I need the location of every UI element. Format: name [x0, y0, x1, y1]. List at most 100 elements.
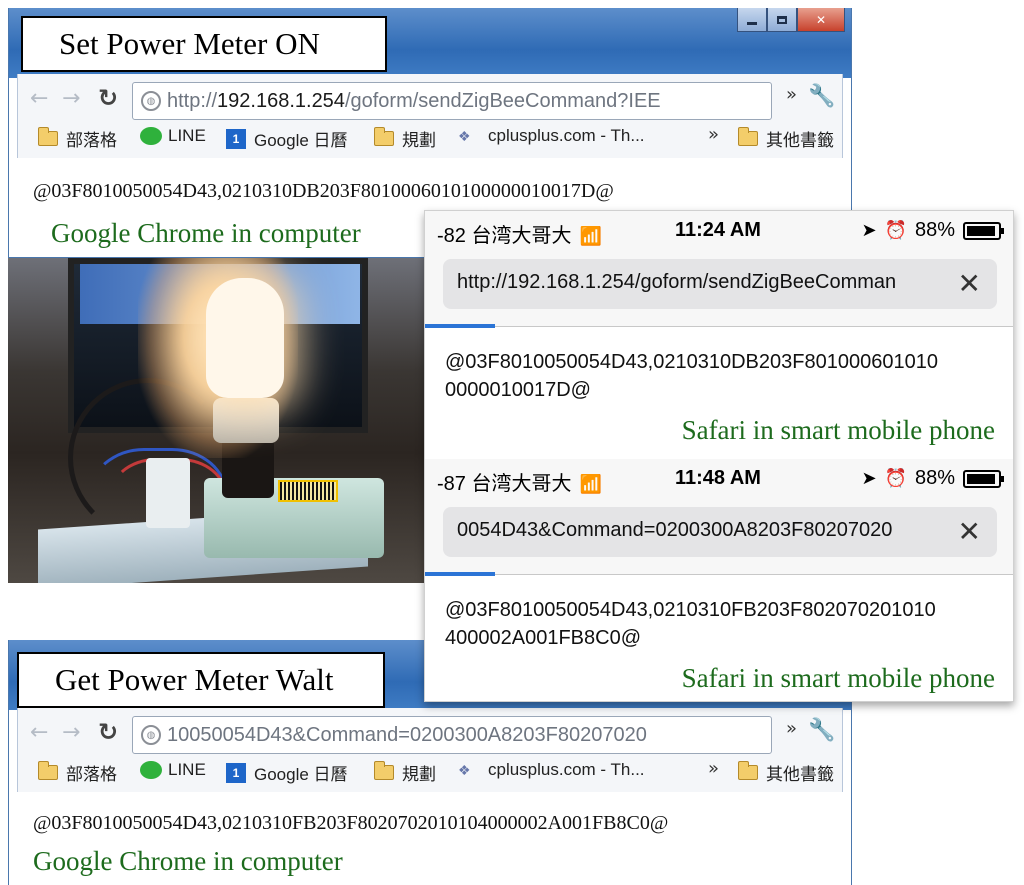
- reload-icon[interactable]: ↻: [98, 718, 118, 746]
- page-body: @03F8010050054D43,0210310FB203F802070201…: [17, 792, 843, 885]
- bookmark-label: Google 日曆: [254, 131, 348, 150]
- forward-arrow-icon[interactable]: →: [62, 720, 80, 745]
- bookmark-item[interactable]: LINE: [140, 126, 206, 146]
- chrome-caption: Google Chrome in computer: [51, 218, 361, 248]
- status-bar: -87 台湾大哥大 📶 11:48 AM ➤ ⏰ 88%: [425, 459, 1013, 499]
- bulb-base: [213, 398, 279, 443]
- back-arrow-icon[interactable]: ←: [30, 86, 48, 111]
- globe-icon: ◍: [141, 725, 161, 745]
- plug: [146, 458, 190, 528]
- clock: 11:24 AM: [675, 219, 761, 241]
- location-arrow-icon: ➤: [861, 468, 877, 488]
- bookmark-label: 其他書籤: [766, 131, 834, 150]
- cplusplus-icon: ❖: [458, 762, 471, 778]
- battery-icon: [963, 221, 1004, 240]
- bookmark-label: 規劃: [402, 131, 436, 150]
- bookmark-label: 規劃: [402, 765, 436, 784]
- bookmark-label: 部落格: [66, 131, 117, 150]
- bookmark-label: LINE: [168, 760, 206, 779]
- safari-address-field[interactable]: http://192.168.1.254/goform/sendZigBeeCo…: [443, 259, 997, 309]
- phone-screen-get: -87 台湾大哥大 📶 11:48 AM ➤ ⏰ 88% 0054D43&Comman…: [425, 459, 1013, 705]
- bookmark-label: LINE: [168, 126, 206, 145]
- chevron-double-right-icon[interactable]: »: [786, 718, 797, 739]
- minimize-button[interactable]: [737, 8, 767, 32]
- back-arrow-icon[interactable]: ←: [30, 720, 48, 745]
- line-icon: [140, 127, 162, 145]
- bookmark-label: 部落格: [66, 765, 117, 784]
- safari-caption: Safari in smart mobile phone: [681, 415, 995, 445]
- address-bar[interactable]: ◍ 10050054D43&Command=0200300A8203F80207…: [132, 716, 772, 754]
- mobile-safari-panel: -82 台湾大哥大 📶 11:24 AM ➤ ⏰ 88% http://192.168…: [424, 210, 1014, 702]
- battery-percent: 88%: [914, 219, 955, 241]
- status-right: ➤ ⏰ 88%: [861, 467, 1004, 490]
- phone-screen-set: -82 台湾大哥大 📶 11:24 AM ➤ ⏰ 88% http://192.168…: [425, 211, 1013, 457]
- globe-icon: ◍: [141, 91, 161, 111]
- response-text: @03F8010050054D43,0210310DB203F801000601…: [445, 348, 1005, 404]
- folder-icon: [738, 761, 758, 780]
- address-bar-url: http://192.168.1.254/goform/sendZigBeeCo…: [167, 90, 661, 113]
- bookmark-item[interactable]: LINE: [140, 760, 206, 780]
- folder-icon: [38, 127, 58, 146]
- chevron-double-right-icon[interactable]: »: [786, 84, 797, 105]
- safari-address-field[interactable]: 0054D43&Command=0200300A8203F80207020 ✕: [443, 507, 997, 557]
- bookmark-item[interactable]: 規劃: [374, 126, 436, 151]
- response-text: @03F8010050054D43,0210310DB203F801000601…: [33, 180, 614, 202]
- bookmark-item[interactable]: 規劃: [374, 760, 436, 785]
- bulb-power-meter-photo: [8, 258, 424, 583]
- bookmark-item[interactable]: ❖ cplusplus.com - Th...: [458, 760, 645, 780]
- chevron-double-right-icon[interactable]: »: [708, 758, 719, 779]
- nav-row: ← → ↻ ◍ 10050054D43&Command=0200300A8203…: [18, 714, 842, 754]
- reload-icon[interactable]: ↻: [98, 84, 118, 112]
- wrench-icon[interactable]: 🔧: [808, 84, 835, 109]
- browser-toolbar: ← → ↻ ◍ http://192.168.1.254/goform/send…: [17, 74, 843, 158]
- safari-url-text: 0054D43&Command=0200300A8203F80207020: [457, 519, 893, 541]
- line-icon: [140, 761, 162, 779]
- google-calendar-icon: 1: [226, 128, 246, 149]
- forward-arrow-icon[interactable]: →: [62, 86, 80, 111]
- bookmark-label: 其他書籤: [766, 765, 834, 784]
- response-line: 0000010017D@: [445, 379, 591, 401]
- folder-icon: [374, 761, 394, 780]
- response-text: @03F8010050054D43,0210310FB203F802070201…: [33, 812, 669, 834]
- set-power-label: Set Power Meter ON: [21, 16, 387, 72]
- alarm-icon: ⏰: [884, 220, 907, 240]
- maximize-icon: [777, 15, 787, 24]
- chevron-double-right-icon[interactable]: »: [708, 124, 719, 145]
- close-icon[interactable]: ✕: [958, 515, 981, 548]
- safari-url-text: http://192.168.1.254/goform/sendZigBeeCo…: [457, 271, 897, 293]
- close-button[interactable]: ✕: [797, 8, 845, 32]
- bookmark-item[interactable]: 部落格: [38, 126, 117, 151]
- cplusplus-icon: ❖: [458, 128, 471, 144]
- safari-page-content: @03F8010050054D43,0210310FB203F802070201…: [425, 576, 1013, 704]
- wifi-icon: 📶: [579, 474, 602, 494]
- safari-caption: Safari in smart mobile phone: [681, 663, 995, 693]
- url-host: 192.168.1.254: [217, 89, 345, 112]
- response-line: @03F8010050054D43,0210310DB203F801000601…: [445, 351, 938, 373]
- bookmark-item[interactable]: 其他書籤: [738, 760, 834, 785]
- folder-icon: [38, 761, 58, 780]
- folder-icon: [738, 127, 758, 146]
- url-path: /goform/sendZigBeeCommand?IEE: [344, 89, 661, 112]
- response-text: @03F8010050054D43,0210310FB203F802070201…: [445, 596, 1005, 652]
- bookmark-item[interactable]: 1 Google 日曆: [226, 126, 348, 151]
- carrier-signal: -82 台湾大哥大 📶: [437, 219, 602, 248]
- barcode-sticker: [278, 480, 338, 502]
- safari-url-bar: 0054D43&Command=0200300A8203F80207020 ✕: [425, 499, 1013, 576]
- response-line: @03F8010050054D43,0210310FB203F802070201…: [445, 599, 936, 621]
- clock: 11:48 AM: [675, 467, 761, 489]
- browser-toolbar: ← → ↻ ◍ 10050054D43&Command=0200300A8203…: [17, 708, 843, 792]
- bookmark-item[interactable]: 部落格: [38, 760, 117, 785]
- safari-page-content: @03F8010050054D43,0210310DB203F801000601…: [425, 328, 1013, 456]
- bookmarks-bar: 部落格 LINE 1 Google 日曆 規劃 ❖ cplusplus.com - …: [18, 758, 842, 788]
- maximize-button[interactable]: [767, 8, 797, 32]
- close-icon[interactable]: ✕: [958, 267, 981, 300]
- folder-icon: [374, 127, 394, 146]
- bookmark-item[interactable]: 其他書籤: [738, 126, 834, 151]
- bookmark-label: cplusplus.com - Th...: [488, 760, 645, 779]
- address-bar[interactable]: ◍ http://192.168.1.254/goform/sendZigBee…: [132, 82, 772, 120]
- wrench-icon[interactable]: 🔧: [808, 718, 835, 743]
- bookmark-item[interactable]: ❖ cplusplus.com - Th...: [458, 126, 645, 146]
- battery-percent: 88%: [914, 467, 955, 489]
- url-prefix: http://: [167, 89, 218, 112]
- bookmark-item[interactable]: 1 Google 日曆: [226, 760, 348, 785]
